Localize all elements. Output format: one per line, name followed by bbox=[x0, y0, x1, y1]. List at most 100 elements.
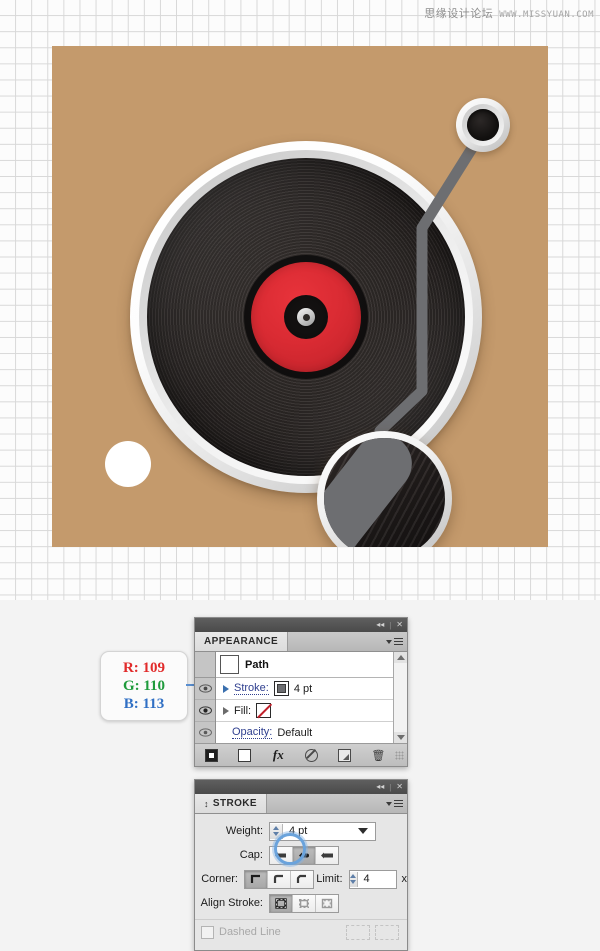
dashed-line-checkbox[interactable] bbox=[201, 925, 214, 939]
align-center-button[interactable] bbox=[270, 894, 293, 912]
panel-menu-caret bbox=[386, 639, 392, 644]
appearance-row-stroke[interactable]: Stroke: 4 pt bbox=[216, 678, 407, 700]
scroll-up-arrow-icon[interactable] bbox=[394, 652, 407, 663]
chevron-down-icon[interactable] bbox=[358, 828, 368, 834]
stroke-weight-value[interactable]: 4 pt bbox=[294, 683, 312, 695]
eye-icon bbox=[198, 706, 212, 715]
tab-appearance-label: APPEARANCE bbox=[204, 636, 279, 647]
appearance-titlebar: ◂◂ | ✕ bbox=[195, 618, 407, 632]
panel-menu-lines bbox=[394, 637, 403, 646]
collapse-icon[interactable]: ◂◂ bbox=[376, 783, 384, 791]
opacity-value[interactable]: Default bbox=[277, 727, 312, 739]
visibility-toggle-fill[interactable] bbox=[195, 700, 215, 722]
add-new-stroke-icon bbox=[238, 748, 252, 762]
dash-align-button[interactable] bbox=[375, 924, 399, 940]
tab-appearance[interactable]: APPEARANCE bbox=[195, 632, 289, 651]
watermark: 思缘设计论坛 WWW.MISSYUAN.COM bbox=[424, 5, 594, 21]
fill-attribute-label[interactable]: Fill: bbox=[234, 705, 251, 717]
expand-collapse-icon[interactable]: ↕ bbox=[204, 799, 209, 809]
align-stroke-label: Align Stroke: bbox=[200, 897, 263, 909]
fx-icon: fx bbox=[272, 747, 284, 762]
stroke-tabbar: ↕ STROKE bbox=[195, 794, 407, 814]
add-effect-button[interactable]: fx bbox=[262, 744, 295, 766]
white-circle-shape[interactable] bbox=[105, 441, 151, 487]
callout-b-value: B: 113 bbox=[123, 696, 165, 712]
disclosure-triangle-icon[interactable] bbox=[223, 684, 229, 693]
miter-join-button[interactable] bbox=[244, 870, 268, 888]
limit-stepper[interactable] bbox=[349, 871, 358, 887]
limit-value[interactable]: 4 bbox=[358, 873, 396, 885]
duplicate-item-button[interactable] bbox=[328, 744, 361, 766]
align-stroke-row: Align Stroke: bbox=[195, 891, 407, 915]
fill-none-swatch[interactable] bbox=[256, 703, 272, 718]
collapse-icon[interactable]: ◂◂ bbox=[376, 621, 384, 629]
stroke-panel[interactable]: ◂◂ | ✕ ↕ STROKE Weight: 4 pt Cap: Corner… bbox=[194, 779, 408, 951]
target-thumbnail bbox=[220, 655, 239, 674]
appearance-tabbar-filler bbox=[288, 632, 407, 651]
opacity-attribute-label[interactable]: Opacity: bbox=[232, 726, 273, 739]
resize-grip-icon[interactable] bbox=[394, 750, 404, 760]
stroke-color-swatch[interactable] bbox=[273, 681, 289, 696]
panel-menu-lines bbox=[394, 799, 403, 808]
dash-preserve-button[interactable] bbox=[346, 924, 370, 940]
clear-appearance-icon bbox=[305, 748, 319, 762]
eye-icon bbox=[198, 728, 212, 737]
limit-unit: x bbox=[401, 873, 408, 885]
visibility-column bbox=[195, 652, 216, 744]
magnified-round-cap bbox=[324, 438, 424, 547]
corner-label: Corner: bbox=[201, 873, 238, 885]
weight-label: Weight: bbox=[225, 825, 263, 837]
dashed-line-row: Dashed Line bbox=[195, 919, 407, 944]
add-new-fill-button[interactable] bbox=[195, 744, 228, 766]
appearance-rows-area: Path Stroke: 4 pt Fill: Opacity: Default bbox=[195, 652, 407, 744]
visibility-toggle-opacity[interactable] bbox=[195, 722, 215, 744]
add-new-fill-icon bbox=[205, 748, 219, 762]
stroke-attribute-label[interactable]: Stroke: bbox=[234, 682, 269, 695]
stroke-tabbar-filler bbox=[267, 794, 407, 813]
limit-field[interactable]: 4 bbox=[348, 869, 397, 889]
tonearm-stroke bbox=[374, 120, 492, 437]
appearance-scrollbar[interactable] bbox=[393, 652, 407, 743]
appearance-target-row[interactable]: Path bbox=[216, 652, 407, 678]
close-icon[interactable]: ✕ bbox=[396, 621, 403, 629]
clear-appearance-button[interactable] bbox=[295, 744, 328, 766]
panel-menu-icon[interactable] bbox=[386, 799, 403, 808]
align-stroke-button-group bbox=[269, 893, 339, 913]
visibility-toggle-stroke[interactable] bbox=[195, 678, 215, 700]
scroll-down-arrow-icon[interactable] bbox=[394, 732, 407, 743]
limit-label: Limit: bbox=[316, 873, 343, 885]
tab-stroke[interactable]: ↕ STROKE bbox=[195, 794, 267, 813]
delete-item-button[interactable]: 🗑 bbox=[362, 744, 395, 766]
align-outside-button[interactable] bbox=[316, 894, 338, 912]
titlebar-separator: | bbox=[389, 620, 392, 630]
appearance-row-opacity[interactable]: Opacity: Default bbox=[216, 722, 407, 744]
tab-stroke-label: STROKE bbox=[212, 798, 257, 809]
round-join-button[interactable] bbox=[267, 870, 291, 888]
callout-r-value: R: 109 bbox=[122, 660, 166, 676]
disclosure-triangle-icon[interactable] bbox=[223, 706, 229, 715]
artboard[interactable] bbox=[52, 46, 548, 547]
align-inside-button[interactable] bbox=[293, 894, 316, 912]
stroke-titlebar: ◂◂ | ✕ bbox=[195, 780, 407, 794]
watermark-url: WWW.MISSYUAN.COM bbox=[499, 10, 594, 20]
scrollbar-track[interactable] bbox=[394, 663, 407, 732]
titlebar-separator: | bbox=[389, 782, 392, 792]
appearance-row-fill[interactable]: Fill: bbox=[216, 700, 407, 722]
close-icon[interactable]: ✕ bbox=[396, 783, 403, 791]
bevel-join-button[interactable] bbox=[290, 870, 313, 888]
corner-row: Corner: Limit: 4 x bbox=[195, 867, 407, 891]
cap-label: Cap: bbox=[239, 849, 263, 861]
eye-icon bbox=[198, 684, 212, 693]
stroke-controls: Weight: 4 pt Cap: Corner: Limit: 4 x Ali… bbox=[195, 814, 407, 950]
panel-menu-icon[interactable] bbox=[386, 637, 403, 646]
watermark-chinese: 思缘设计论坛 bbox=[424, 7, 494, 20]
tonearm-pivot-knob[interactable] bbox=[456, 98, 510, 152]
add-new-stroke-button[interactable] bbox=[228, 744, 261, 766]
pivot-core bbox=[467, 109, 499, 141]
projecting-cap-button[interactable] bbox=[316, 846, 338, 864]
visibility-cell-header bbox=[195, 652, 215, 678]
magnifier-face bbox=[324, 438, 445, 547]
callout-g-value: G: 110 bbox=[122, 678, 166, 694]
target-label: Path bbox=[245, 658, 269, 671]
appearance-panel[interactable]: ◂◂ | ✕ APPEARANCE Path Stroke: 4 pt Fill… bbox=[194, 617, 408, 767]
